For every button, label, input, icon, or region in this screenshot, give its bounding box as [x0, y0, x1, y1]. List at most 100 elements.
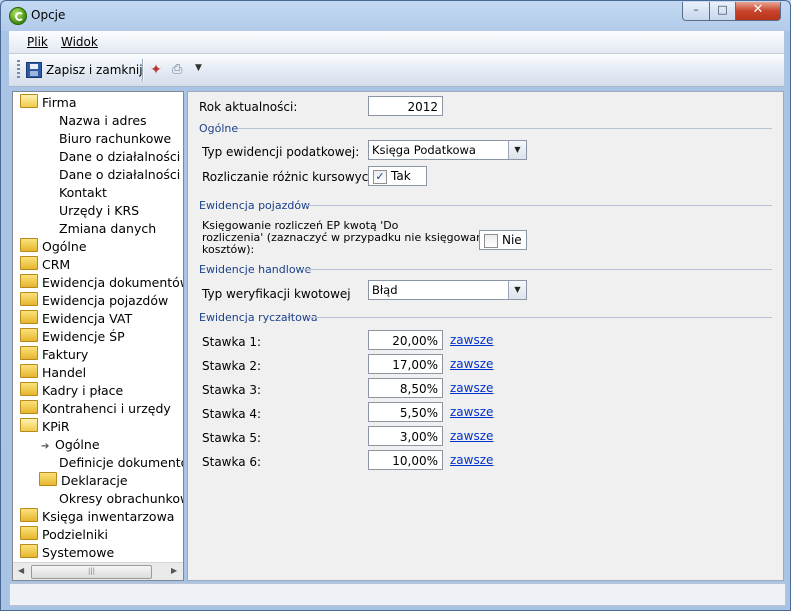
app-logo-icon: [9, 7, 27, 25]
tree-item[interactable]: Handel: [20, 364, 86, 382]
weryfikacja-label: Typ weryfikacji kwotowej: [202, 287, 351, 301]
stawka-input[interactable]: 8,50%: [368, 378, 443, 398]
chevron-down-icon[interactable]: ▼: [508, 281, 526, 299]
tree-item[interactable]: Okresy obrachunkowe: [59, 490, 183, 508]
zawsze-link[interactable]: zawsze: [450, 381, 493, 395]
ksiegowanie-field[interactable]: Nie: [479, 230, 527, 250]
tree-item[interactable]: Podzielniki: [20, 526, 108, 544]
tree-item[interactable]: Firma: [20, 94, 77, 112]
section-handlowe-title: Ewidencje handlowe: [199, 263, 312, 276]
scroll-right-icon[interactable]: ▶: [171, 566, 177, 575]
tree-item[interactable]: KPiR: [20, 418, 70, 436]
stawka-input[interactable]: 10,00%: [368, 450, 443, 470]
stawka-label: Stawka 6:: [202, 455, 262, 469]
tree-item-label: Dane o działalności: [59, 167, 181, 182]
weryfikacja-select[interactable]: Błąd ▼: [368, 280, 527, 300]
zawsze-link[interactable]: zawsze: [450, 357, 493, 371]
tree-item-label: Deklaracje: [61, 473, 128, 488]
folder-open-icon: [20, 94, 38, 108]
print-dropdown-arrow-icon[interactable]: ▼: [195, 63, 202, 73]
rozliczanie-checkbox[interactable]: ✓: [373, 170, 387, 184]
tree-item[interactable]: Kadry i płace: [20, 382, 123, 400]
folder-icon: [20, 526, 38, 540]
menu-bar: Plik Widok: [9, 31, 784, 54]
stawka-label: Stawka 5:: [202, 431, 262, 445]
rozliczanie-value: Tak: [391, 169, 411, 183]
tree-item-label: Kontakt: [59, 185, 107, 200]
rozliczanie-field[interactable]: ✓ Tak: [368, 166, 427, 186]
title-bar[interactable]: Opcje – □ ✕: [1, 1, 790, 29]
tree-item[interactable]: Biuro rachunkowe: [59, 130, 171, 148]
rozliczanie-label: Rozliczanie różnic kursowych:: [202, 170, 381, 184]
tree-item-label: Ogólne: [55, 437, 100, 452]
folder-icon: [20, 400, 38, 414]
tree-item[interactable]: CRM: [20, 256, 70, 274]
printer-icon[interactable]: ⎙: [172, 62, 188, 78]
section-ogolne-title: Ogólne: [199, 122, 239, 135]
ksiegowanie-checkbox[interactable]: [484, 234, 498, 248]
scroll-left-icon[interactable]: ◀: [18, 566, 24, 575]
tree-item[interactable]: Zmiana danych: [59, 220, 156, 238]
tree-item-label: Dane o działalności: [59, 149, 181, 164]
tree-item-label: Firma: [42, 95, 77, 110]
stawka-input[interactable]: 5,50%: [368, 402, 443, 422]
chevron-down-icon[interactable]: ▼: [508, 141, 526, 159]
zawsze-link[interactable]: zawsze: [450, 405, 493, 419]
toolbar: Zapisz i zamknij ✦ ⎙ ▼: [9, 54, 784, 87]
close-button[interactable]: ✕: [735, 2, 781, 21]
tree-item[interactable]: Ewidencja VAT: [20, 310, 132, 328]
scroll-thumb[interactable]: |||: [31, 565, 152, 579]
tree-item[interactable]: Faktury: [20, 346, 88, 364]
tree-item[interactable]: Nazwa i adres: [59, 112, 147, 130]
tree-item[interactable]: Ewidencja dokumentów: [20, 274, 183, 292]
save-and-close-button[interactable]: Zapisz i zamknij: [26, 60, 143, 80]
options-tree[interactable]: Systemowe Podzielniki Księga inwentarzowa O…: [12, 91, 184, 581]
folder-icon: [20, 382, 38, 396]
stawka-input[interactable]: 20,00%: [368, 330, 443, 350]
zawsze-link[interactable]: zawsze: [450, 453, 493, 467]
tree-item-label: KPiR: [42, 419, 70, 434]
selected-arrow-icon: ➔: [41, 441, 50, 452]
stawka-label: Stawka 2:: [202, 359, 262, 373]
tree-item[interactable]: ➔ Ogólne: [41, 436, 100, 454]
tree-item[interactable]: Ewidencja pojazdów: [20, 292, 168, 310]
stawka-input[interactable]: 3,00%: [368, 426, 443, 446]
folder-icon: [20, 256, 38, 270]
section-divider: [306, 205, 772, 206]
tree-item[interactable]: Deklaracje: [39, 472, 128, 490]
stawka-label: Stawka 1:: [202, 335, 262, 349]
menu-widok[interactable]: Widok: [61, 35, 98, 49]
window-title: Opcje: [31, 8, 66, 22]
tree-item[interactable]: Kontakt: [59, 184, 107, 202]
tree-item[interactable]: Ewidencje ŚP: [20, 328, 125, 346]
tree-item-label: Nazwa i adres: [59, 113, 147, 128]
tools-icon[interactable]: ✦: [148, 62, 164, 78]
stawka-label: Stawka 4:: [202, 407, 262, 421]
floppy-disk-icon: [26, 62, 42, 78]
tree-item[interactable]: Urzędy i KRS: [59, 202, 139, 220]
tree-item[interactable]: Księga inwentarzowa: [20, 508, 174, 526]
tree-item-label: Ewidencja VAT: [42, 311, 133, 326]
maximize-button[interactable]: □: [709, 2, 736, 21]
tree-item[interactable]: Definicje dokumentów: [59, 454, 183, 472]
toolbar-grip[interactable]: [17, 60, 20, 80]
tree-item-label: Kadry i płace: [42, 383, 124, 398]
minimize-button[interactable]: –: [682, 2, 710, 21]
tree-horizontal-scrollbar[interactable]: ◀ ||| ▶: [13, 562, 183, 580]
tree-item[interactable]: Dane o działalności: [59, 166, 180, 184]
stawka-input[interactable]: 17,00%: [368, 354, 443, 374]
rok-input[interactable]: 2012: [368, 96, 443, 116]
folder-open-icon: [20, 418, 38, 432]
stawka-label: Stawka 3:: [202, 383, 262, 397]
tree-item[interactable]: Systemowe: [20, 544, 114, 562]
menu-widok-label: Widok: [61, 35, 98, 49]
tree-item-label: Księga inwentarzowa: [42, 509, 175, 524]
tree-item[interactable]: Kontrahenci i urzędy: [20, 400, 171, 418]
tree-item[interactable]: Dane o działalności: [59, 148, 180, 166]
menu-plik[interactable]: Plik: [27, 35, 48, 49]
tree-item[interactable]: Ogólne: [20, 238, 87, 256]
zawsze-link[interactable]: zawsze: [450, 333, 493, 347]
tree-item-label: Okresy obrachunkowe: [59, 491, 183, 506]
typ-ewidencji-select[interactable]: Księga Podatkowa ▼: [368, 140, 527, 160]
zawsze-link[interactable]: zawsze: [450, 429, 493, 443]
